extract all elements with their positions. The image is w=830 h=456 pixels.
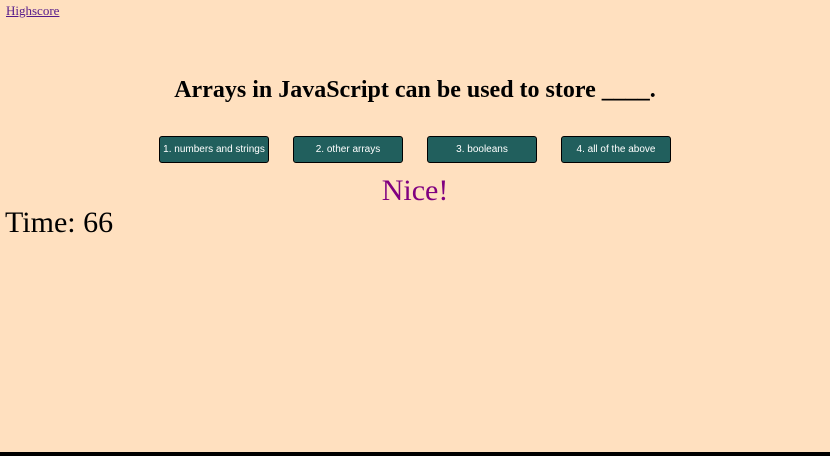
answer-list: 1. numbers and strings 2. other arrays 3… bbox=[0, 136, 830, 163]
answer-button-1[interactable]: 1. numbers and strings bbox=[159, 136, 269, 163]
answer-button-4[interactable]: 4. all of the above bbox=[561, 136, 671, 163]
highscore-link[interactable]: Highscore bbox=[6, 3, 59, 19]
answer-button-2[interactable]: 2. other arrays bbox=[293, 136, 403, 163]
bottom-border bbox=[0, 452, 830, 456]
question-text: Arrays in JavaScript can be used to stor… bbox=[174, 77, 656, 103]
feedback-message: Nice! bbox=[381, 174, 449, 207]
answer-button-3[interactable]: 3. booleans bbox=[427, 136, 537, 163]
timer-display: Time: 66 bbox=[5, 206, 114, 239]
